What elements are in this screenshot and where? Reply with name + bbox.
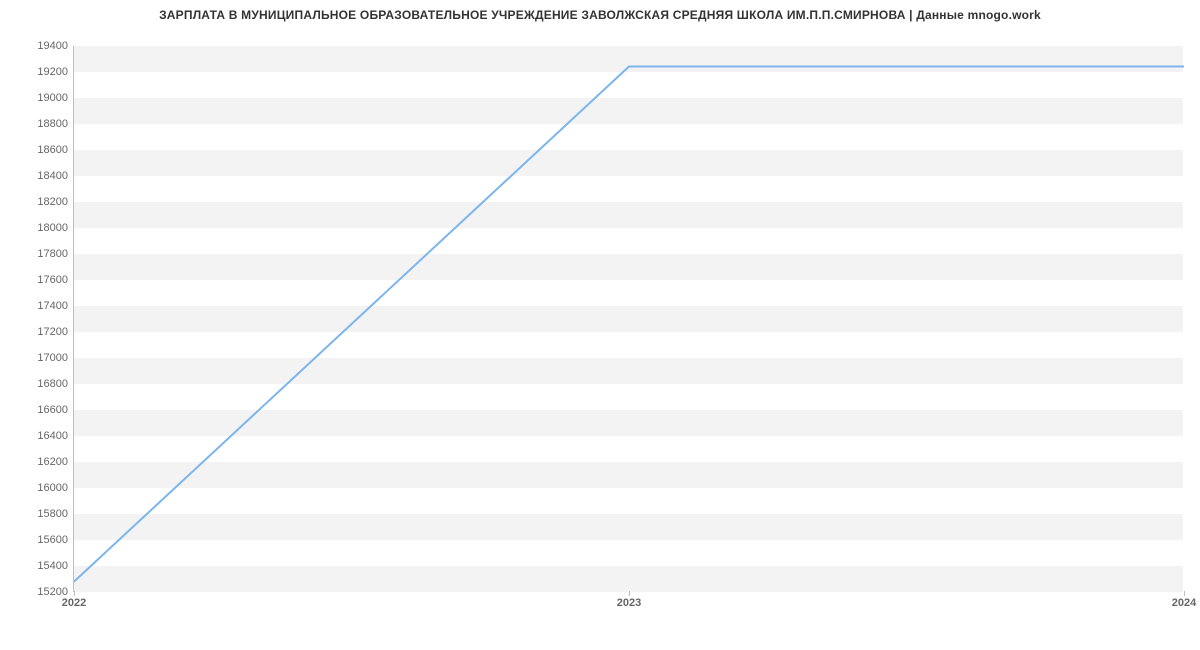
y-tick-label: 16200	[37, 456, 74, 468]
grid-band	[74, 566, 1183, 592]
grid-band	[74, 514, 1183, 540]
chart-title: ЗАРПЛАТА В МУНИЦИПАЛЬНОЕ ОБРАЗОВАТЕЛЬНОЕ…	[0, 8, 1200, 22]
grid-band	[74, 202, 1183, 228]
y-tick-label: 18200	[37, 196, 74, 208]
y-tick-label: 18400	[37, 170, 74, 182]
y-tick-label: 19400	[37, 40, 74, 52]
plot-area: 1520015400156001580016000162001640016600…	[73, 46, 1183, 592]
y-tick-label: 17000	[37, 352, 74, 364]
y-tick-label: 18600	[37, 144, 74, 156]
y-tick-label: 19200	[37, 66, 74, 78]
y-tick-label: 16800	[37, 378, 74, 390]
y-tick-label: 18800	[37, 118, 74, 130]
y-tick-label: 16400	[37, 430, 74, 442]
y-tick-label: 16600	[37, 404, 74, 416]
y-tick-label: 17800	[37, 248, 74, 260]
y-tick-label: 16000	[37, 482, 74, 494]
x-tick-label: 2023	[617, 591, 641, 609]
grid-band	[74, 410, 1183, 436]
y-tick-label: 17600	[37, 274, 74, 286]
grid-band	[74, 150, 1183, 176]
y-tick-label: 18000	[37, 222, 74, 234]
y-tick-label: 15800	[37, 508, 74, 520]
y-tick-label: 19000	[37, 92, 74, 104]
y-tick-label: 15600	[37, 534, 74, 546]
y-tick-label: 17200	[37, 326, 74, 338]
grid-band	[74, 306, 1183, 332]
grid-band	[74, 358, 1183, 384]
chart-container: ЗАРПЛАТА В МУНИЦИПАЛЬНОЕ ОБРАЗОВАТЕЛЬНОЕ…	[0, 0, 1200, 650]
grid-band	[74, 98, 1183, 124]
grid-band	[74, 46, 1183, 72]
y-tick-label: 17400	[37, 300, 74, 312]
y-tick-label: 15400	[37, 560, 74, 572]
x-tick-label: 2022	[62, 591, 86, 609]
grid-band	[74, 462, 1183, 488]
grid-band	[74, 254, 1183, 280]
x-tick-label: 2024	[1172, 591, 1196, 609]
